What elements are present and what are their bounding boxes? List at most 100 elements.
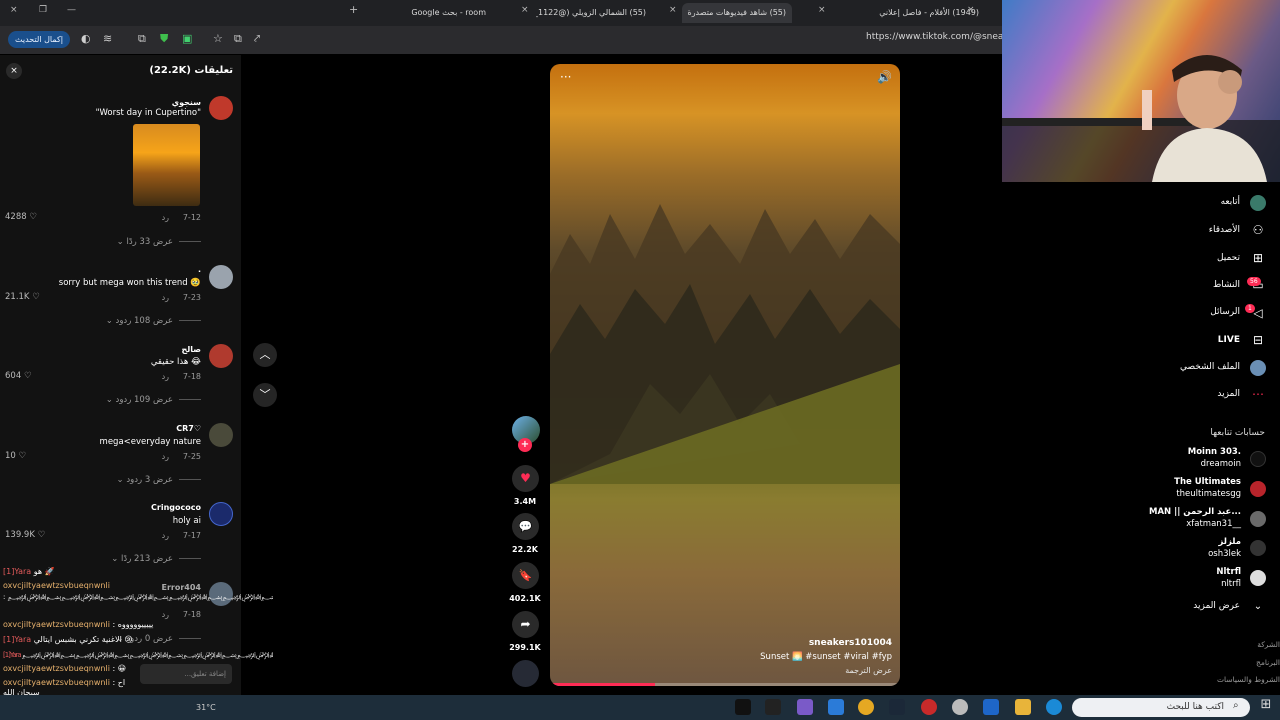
following-account-handle[interactable]: xfatman31__: [1186, 519, 1241, 529]
close-comments-button[interactable]: ×: [6, 63, 22, 79]
tab-movies[interactable]: (1949) الأفلام - فاصل إعلاني: [869, 3, 979, 23]
extension-icon[interactable]: ≋: [103, 32, 112, 45]
video-player[interactable]: ··· 🔊 sneakers101004 Sunset 🌅 #sunset #v…: [550, 64, 900, 686]
more-options-icon[interactable]: ···: [560, 70, 571, 84]
following-account-handle[interactable]: nltrfl: [1221, 579, 1241, 589]
video-author[interactable]: sneakers101004: [809, 638, 892, 648]
nav-more[interactable]: المزيد: [1217, 389, 1240, 399]
heart-icon[interactable]: ♡: [32, 292, 40, 302]
avatar[interactable]: [209, 344, 233, 368]
folder-icon[interactable]: [1015, 699, 1031, 715]
footer-link[interactable]: الشروط والسياسات: [1217, 675, 1280, 684]
update-button[interactable]: إكمال التحديث: [8, 31, 70, 48]
following-account-name[interactable]: MAN || عبد الرحمن...: [1149, 507, 1241, 517]
app-icon[interactable]: [765, 699, 781, 715]
nav-friends[interactable]: الأصدقاء: [1209, 225, 1240, 235]
nav-activity[interactable]: النشاط: [1213, 280, 1240, 290]
comment-like[interactable]: 21.1K ♡: [5, 292, 40, 302]
avatar[interactable]: [209, 502, 233, 526]
new-tab-button[interactable]: +: [349, 3, 358, 16]
app-icon[interactable]: [797, 699, 813, 715]
tab-profile[interactable]: (55) الشمالي الزويلي (@al_1122): [536, 3, 646, 23]
avatar[interactable]: [1250, 451, 1266, 467]
reply-button[interactable]: رد: [162, 531, 169, 540]
following-account-name[interactable]: The Ultimates: [1174, 477, 1241, 487]
tab-trending[interactable]: (55) شاهد فيديوهات متصدرة: [682, 3, 792, 23]
reply-button[interactable]: رد: [162, 452, 169, 461]
nav-live[interactable]: LIVE: [1218, 335, 1240, 345]
footer-link[interactable]: البرنامج: [1256, 658, 1280, 667]
like-button[interactable]: ♥: [512, 465, 539, 492]
comment-author[interactable]: .: [198, 265, 201, 274]
reply-button[interactable]: رد: [162, 213, 169, 222]
nav-messages[interactable]: الرسائل: [1210, 307, 1240, 317]
chevron-down-icon[interactable]: ⌄: [1250, 599, 1266, 615]
heart-icon[interactable]: ♡: [24, 371, 32, 381]
view-replies[interactable]: ⌄ عرض 108 ردود: [106, 316, 201, 326]
share-button[interactable]: ➦: [512, 611, 539, 638]
music-disc-icon[interactable]: [512, 660, 539, 687]
address-bar[interactable]: https://www.tiktok.com/@sneakers: [866, 32, 1022, 42]
comment-author[interactable]: Cringococo: [151, 503, 201, 512]
heart-icon[interactable]: ♡: [19, 451, 27, 461]
avatar[interactable]: [1250, 481, 1266, 497]
window-close-icon[interactable]: ×: [10, 5, 18, 15]
previous-video-button[interactable]: ︿: [253, 343, 277, 367]
nav-following[interactable]: أتابعه: [1221, 197, 1240, 207]
follow-button[interactable]: +: [518, 438, 532, 452]
avatar[interactable]: [1250, 570, 1266, 586]
view-replies[interactable]: ⌄ عرض 33 ردًا: [117, 237, 201, 247]
progress-bar[interactable]: [550, 683, 900, 686]
tab-close-icon[interactable]: ×: [967, 5, 975, 15]
view-replies[interactable]: ⌄ عرض 213 ردًا: [111, 554, 201, 564]
extension-icon[interactable]: ▣: [182, 32, 192, 45]
avatar[interactable]: [209, 423, 233, 447]
steam-icon[interactable]: [889, 699, 905, 715]
comment-like[interactable]: 604 ♡: [5, 371, 32, 381]
windows-start-icon[interactable]: ⊞: [1255, 697, 1277, 719]
window-maximize-icon[interactable]: ❐: [39, 5, 47, 15]
show-more-following[interactable]: عرض المزيد: [1193, 601, 1240, 611]
app-icon[interactable]: [828, 699, 844, 715]
translate-icon[interactable]: ⧉: [234, 32, 242, 46]
avatar[interactable]: [1250, 511, 1266, 527]
avatar[interactable]: [1250, 540, 1266, 556]
comment-like[interactable]: 10 ♡: [5, 451, 26, 461]
app-icon[interactable]: [735, 699, 751, 715]
app-icon[interactable]: [952, 699, 968, 715]
comment-like[interactable]: 4288 ♡: [5, 212, 37, 222]
comment-image[interactable]: [133, 124, 200, 206]
nav-upload[interactable]: تحميل: [1217, 253, 1240, 263]
following-account-name[interactable]: Moinn 303.: [1188, 447, 1241, 457]
profile-icon[interactable]: [1250, 360, 1266, 376]
following-account-handle[interactable]: osh3lek: [1208, 549, 1241, 559]
extension-icon[interactable]: ⧉: [138, 32, 146, 46]
comment-button[interactable]: 💬: [512, 513, 539, 540]
following-account-handle[interactable]: theultimatesgg: [1176, 489, 1241, 499]
friends-icon[interactable]: ⚇: [1250, 222, 1266, 238]
more-icon[interactable]: ⋯: [1250, 386, 1266, 402]
taskbar-search-input[interactable]: اكتب هنا للبحث: [1072, 698, 1250, 717]
translate-link[interactable]: عرض الترجمة: [845, 666, 892, 675]
outlook-icon[interactable]: [983, 699, 999, 715]
app-icon[interactable]: [921, 699, 937, 715]
window-minimize-icon[interactable]: —: [67, 5, 76, 15]
avatar[interactable]: [209, 96, 233, 120]
comment-like[interactable]: 139.9K ♡: [5, 530, 45, 540]
tab-google-search[interactable]: room - بحث Google: [386, 3, 486, 23]
tab-close-icon[interactable]: ×: [521, 5, 529, 15]
view-replies[interactable]: ⌄ عرض 3 ردود: [117, 475, 201, 485]
edge-icon[interactable]: [1046, 699, 1062, 715]
view-replies[interactable]: ⌄ عرض 109 ردود: [106, 395, 201, 405]
comment-author[interactable]: سنجوي: [172, 98, 201, 107]
reply-button[interactable]: رد: [162, 372, 169, 381]
nav-profile[interactable]: الملف الشخصي: [1180, 362, 1240, 372]
bookmark-star-icon[interactable]: ☆: [213, 32, 223, 45]
reply-button[interactable]: رد: [162, 293, 169, 302]
shield-icon[interactable]: ⛊: [160, 32, 168, 46]
comment-author[interactable]: صالح: [181, 345, 201, 354]
following-account-name[interactable]: Nltrfl: [1216, 567, 1241, 577]
weather-widget[interactable]: 31°C: [196, 703, 216, 712]
comment-author[interactable]: CR7♡: [176, 424, 201, 433]
share-icon[interactable]: ⤤: [254, 32, 260, 46]
